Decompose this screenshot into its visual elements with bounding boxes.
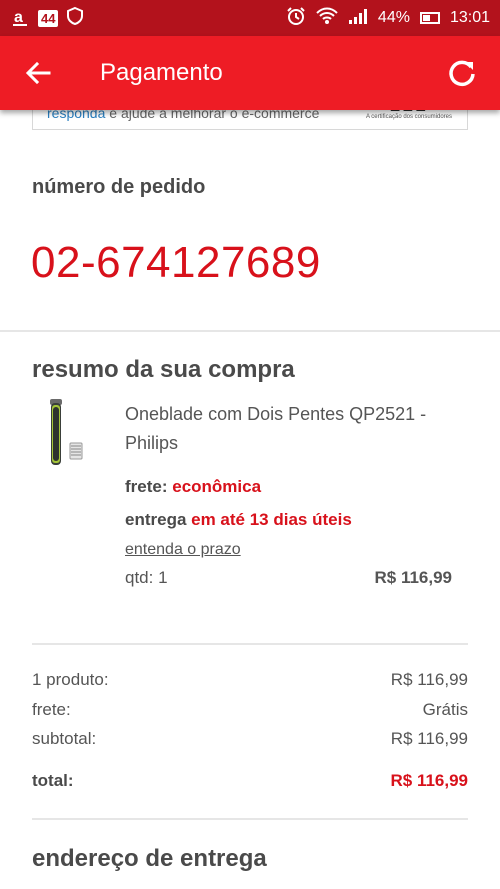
amazon-icon: a — [10, 7, 30, 29]
delivery-label: entrega — [125, 510, 192, 529]
totals-label: 1 produto: — [32, 670, 109, 689]
payment-screen: a 44 44% 13:01 Pagamento responda e ajud… — [0, 0, 500, 889]
svg-text:a: a — [14, 9, 23, 26]
clock: 13:01 — [449, 9, 490, 26]
refresh-button[interactable] — [432, 36, 492, 110]
badge-44-icon: 44 — [38, 9, 59, 27]
alarm-icon — [286, 6, 306, 31]
freight-line: frete: econômica — [125, 477, 261, 497]
total-row: total: R$ 116,99 — [32, 771, 468, 791]
totals-value: Grátis — [422, 700, 468, 719]
signal-icon — [348, 8, 368, 29]
order-number: 02-674127689 — [31, 238, 321, 287]
page-title: Pagamento — [100, 59, 223, 86]
status-right-icons: 44% 13:01 — [286, 6, 490, 31]
arrow-back-icon — [25, 61, 51, 85]
back-button[interactable] — [8, 36, 68, 110]
quantity: qtd: 1 — [125, 568, 168, 587]
totals-label: frete: — [32, 700, 71, 719]
deadline-link[interactable]: entenda o prazo — [125, 541, 241, 559]
totals-row: frete: Grátis — [32, 700, 468, 720]
product-name[interactable]: Oneblade com Dois Pentes QP2521 - Philip… — [125, 400, 465, 458]
battery-percent: 44% — [377, 9, 410, 26]
totals-label: subtotal: — [32, 729, 97, 748]
totals-value: R$ 116,99 — [390, 670, 468, 689]
app-bar: Pagamento — [0, 36, 500, 110]
totals-value: R$ 116,99 — [390, 729, 468, 748]
delivery-value: em até 13 dias úteis — [191, 510, 352, 529]
item-price: R$ 116,99 — [374, 568, 452, 587]
totals-row: 1 produto: R$ 116,99 — [32, 670, 468, 690]
refresh-icon — [449, 60, 475, 87]
order-number-label: número de pedido — [32, 176, 206, 198]
summary-title: resumo da sua compra — [32, 356, 295, 383]
certification-caption: A certificação dos consumidores — [365, 114, 453, 120]
address-title: endereço de entrega — [32, 845, 267, 872]
freight-label: frete: — [125, 477, 173, 496]
freight-value: econômica — [172, 477, 262, 496]
status-bar: a 44 44% 13:01 — [0, 0, 500, 36]
delivery-line: entrega em até 13 dias úteis — [125, 510, 352, 530]
totals-row: subtotal: R$ 116,99 — [32, 729, 468, 749]
section-divider — [0, 330, 500, 332]
product-image[interactable] — [40, 397, 86, 469]
total-value: R$ 116,99 — [390, 771, 468, 790]
battery-icon — [419, 12, 440, 24]
totals-divider — [32, 818, 468, 820]
summary-divider — [32, 643, 468, 645]
shield-icon — [66, 6, 84, 31]
total-label: total: — [32, 771, 74, 790]
status-left-icons: a 44 — [10, 6, 84, 31]
wifi-icon — [316, 7, 338, 30]
